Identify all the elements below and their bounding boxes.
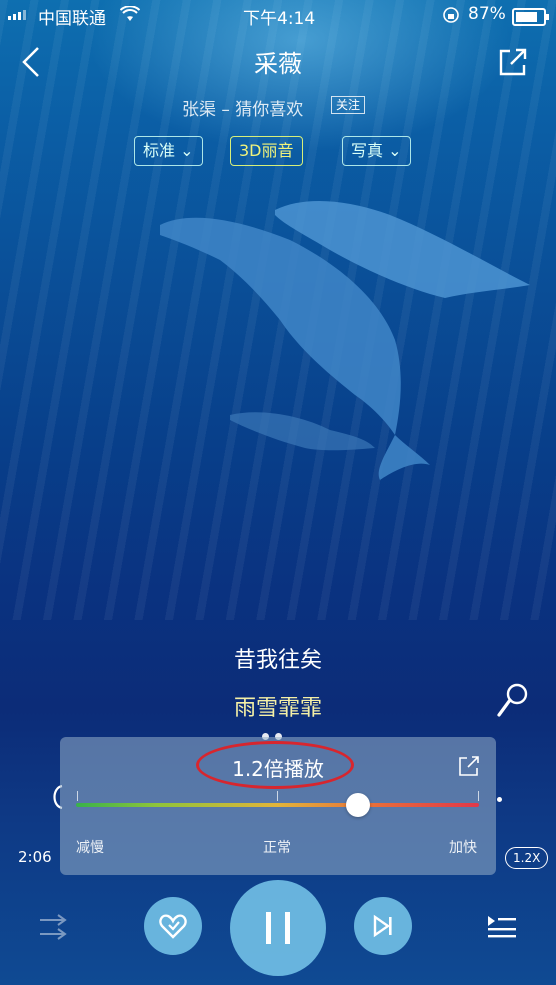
speed-popup: 1.2倍播放 减慢 正常 加快 [60,737,496,875]
battery-percent: 87% [468,4,506,24]
elapsed-time: 2:06 [18,848,52,866]
next-icon [373,914,392,938]
speed-slider-track[interactable] [76,803,479,807]
song-title: 采薇 [254,50,302,78]
speed-badge[interactable]: 1.2X [505,847,549,869]
pill-label: 写真 [351,141,384,160]
carrier-label: 中国联通 [38,9,106,29]
artist-line: 张渠 – 猜你喜欢 [182,100,304,120]
wifi-icon [120,6,140,21]
lyric-line-current[interactable]: 雨雪霏霏 [0,690,556,722]
signal-icon [8,10,26,20]
like-button[interactable] [144,897,202,955]
external-icon[interactable] [458,755,480,777]
slider-tick [277,791,278,801]
status-time: 下午4:14 [243,9,316,29]
dolphin-artwork [160,200,530,480]
chevron-down-icon: ⌄ [383,141,402,160]
mic-icon[interactable] [496,682,530,718]
next-button[interactable] [354,897,412,955]
playlist-icon[interactable] [486,914,518,938]
lyric-line[interactable]: 昔我往矣 [0,642,556,674]
label-slow: 减慢 [76,840,104,856]
like-icon [159,914,187,939]
label-normal: 正常 [263,840,291,856]
more-dot [497,797,502,802]
rotation-lock-icon [443,7,459,23]
chevron-down-icon: ⌄ [175,141,194,160]
shuffle-icon[interactable] [38,912,72,942]
status-bar: 中国联通 下午4:14 87% [0,0,556,30]
label-fast: 加快 [449,840,477,856]
follow-button[interactable]: 关注 [331,96,366,114]
speed-slider-thumb[interactable] [346,793,371,817]
pill-label: 标准 [143,141,176,160]
pause-button[interactable] [230,880,326,976]
slider-tick [77,791,78,801]
pill-label: 3D丽音 [239,141,294,160]
portrait-dropdown[interactable]: 写真 ⌄ [342,136,411,166]
quality-standard-dropdown[interactable]: 标准 ⌄ [134,136,203,166]
slider-tick [478,791,479,801]
speed-title: 1.2倍播放 [232,757,324,781]
battery-icon [512,8,549,26]
share-icon[interactable] [498,47,528,77]
pause-icon [266,912,290,944]
audio-3d-toggle[interactable]: 3D丽音 [230,136,303,166]
